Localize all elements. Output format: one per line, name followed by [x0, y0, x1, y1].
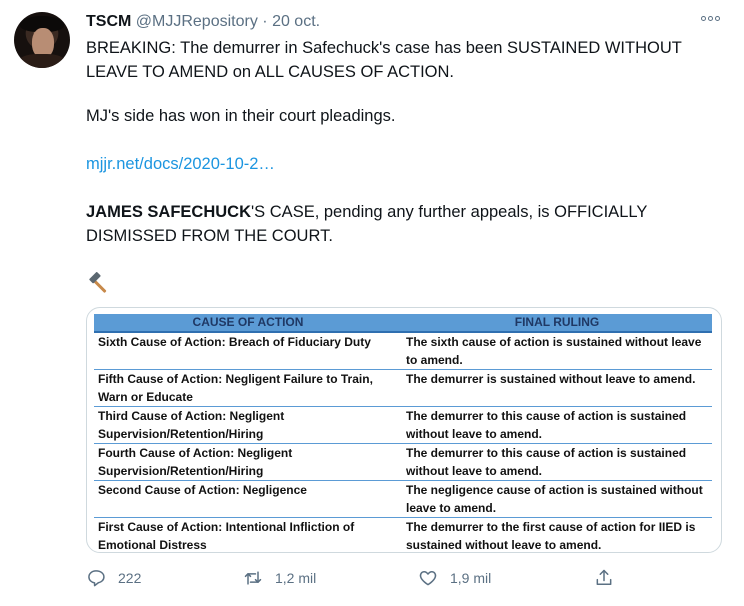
table-row: Fifth Cause of Action: Negligent Failure…	[94, 369, 712, 407]
heart-icon	[419, 571, 437, 586]
share-button[interactable]	[594, 568, 614, 588]
retweet-count: 1,2 mil	[275, 570, 317, 586]
cause-cell: Fourth Cause of Action: Negligent Superv…	[94, 443, 402, 481]
table-row: First Cause of Action: Intentional Infli…	[94, 517, 712, 552]
tweet-paragraph-2: MJ's side has won in their court pleadin…	[86, 107, 396, 125]
bold-name: JAMES SAFECHUCK	[86, 203, 252, 221]
ruling-cell: The sixth cause of action is sustained w…	[402, 332, 712, 370]
hammer-icon	[89, 272, 107, 293]
retweet-icon	[244, 571, 262, 585]
tweet-paragraph-4: JAMES SAFECHUCK'S CASE, pending any furt…	[86, 200, 726, 248]
avatar[interactable]	[14, 12, 70, 68]
reply-count: 222	[118, 570, 142, 586]
ruling-cell: The demurrer to this cause of action is …	[402, 443, 712, 481]
tweet-actions: 222 1,2 mil 1,9 mil	[86, 568, 726, 592]
ruling-table: CAUSE OF ACTION FINAL RULING Sixth Cause…	[94, 314, 712, 552]
cause-cell: Third Cause of Action: Negligent Supervi…	[94, 406, 402, 444]
reply-icon	[88, 570, 105, 587]
table-row: Sixth Cause of Action: Breach of Fiducia…	[94, 332, 712, 370]
table-row: Fourth Cause of Action: Negligent Superv…	[94, 443, 712, 481]
tweet-link[interactable]: mjjr.net/docs/2020-10-2…	[86, 155, 275, 173]
display-name[interactable]: TSCM	[86, 13, 131, 30]
cause-cell: Sixth Cause of Action: Breach of Fiducia…	[94, 332, 402, 370]
tweet-date[interactable]: 20 oct.	[272, 13, 320, 30]
cause-cell: Fifth Cause of Action: Negligent Failure…	[94, 369, 402, 407]
ruling-cell: The negligence cause of action is sustai…	[402, 480, 712, 518]
table-row: Third Cause of Action: Negligent Supervi…	[94, 406, 712, 444]
share-icon	[596, 569, 612, 585]
more-options-icon[interactable]	[697, 8, 723, 28]
handle[interactable]: @MJJRepository	[136, 13, 258, 30]
attached-image[interactable]: CAUSE OF ACTION FINAL RULING Sixth Cause…	[86, 307, 722, 553]
ruling-cell: The demurrer is sustained without leave …	[402, 369, 712, 407]
separator: ·	[262, 13, 268, 30]
tweet-paragraph-1: BREAKING: The demurrer in Safechuck's ca…	[86, 39, 682, 81]
retweet-button[interactable]: 1,2 mil	[243, 568, 316, 588]
tweet-header: TSCM @MJJRepository · 20 oct.	[86, 12, 320, 32]
reply-button[interactable]: 222	[86, 568, 141, 588]
like-count: 1,9 mil	[450, 570, 492, 586]
like-button[interactable]: 1,9 mil	[418, 568, 491, 588]
ruling-cell: The demurrer to the first cause of actio…	[402, 517, 712, 552]
table-row: Second Cause of Action: Negligence The n…	[94, 480, 712, 518]
cause-cell: Second Cause of Action: Negligence	[94, 480, 402, 518]
header-ruling: FINAL RULING	[402, 314, 712, 333]
cause-cell: First Cause of Action: Intentional Infli…	[94, 517, 402, 552]
ruling-cell: The demurrer to this cause of action is …	[402, 406, 712, 444]
header-cause: CAUSE OF ACTION	[94, 314, 402, 333]
